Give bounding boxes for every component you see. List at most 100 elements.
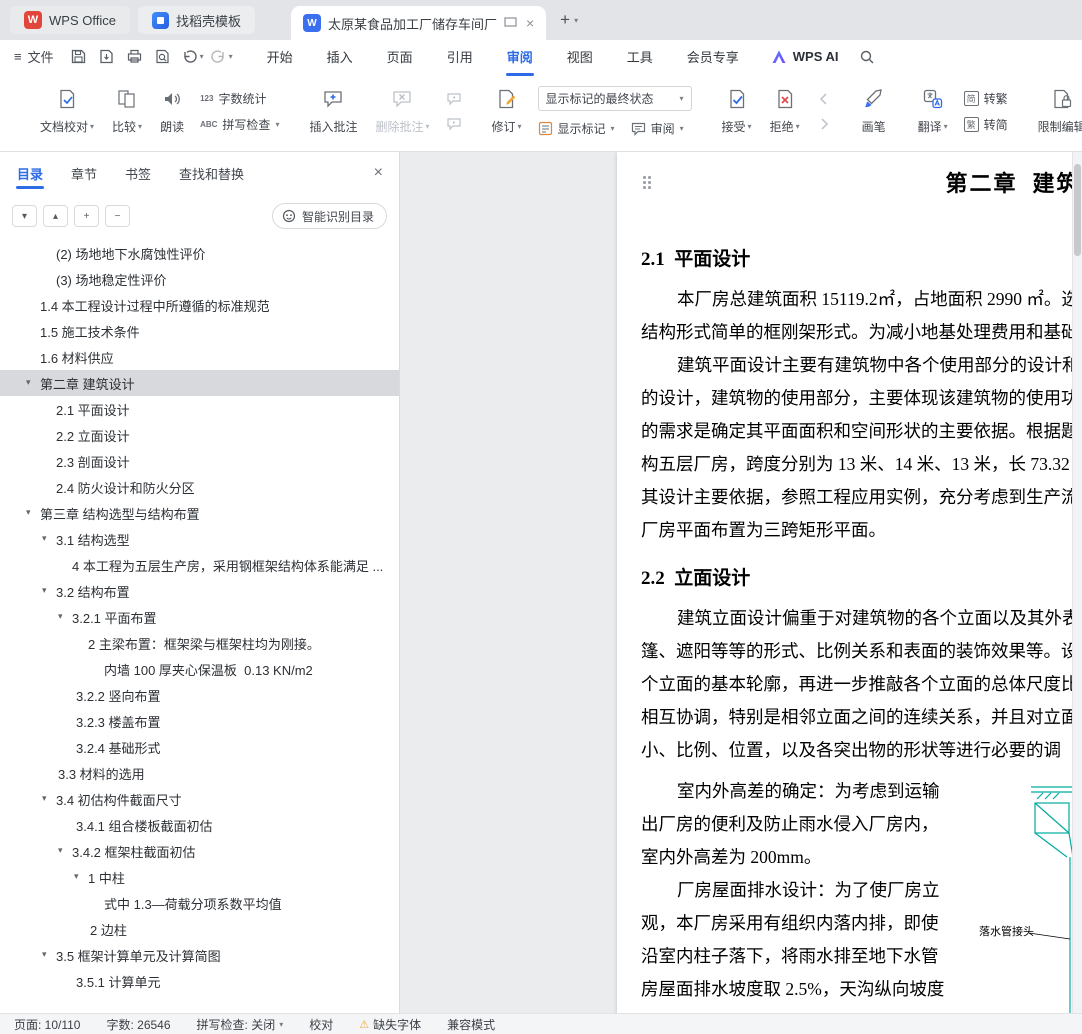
menu-tab-审阅[interactable]: 审阅 xyxy=(505,41,535,76)
toc-item[interactable]: ▾ 3.4.2 框架柱截面初估 xyxy=(0,838,399,864)
toc-item[interactable]: 4 本工程为五层生产房，采用钢框架结构体系能满足 ... xyxy=(0,552,399,578)
save-icon[interactable] xyxy=(70,48,87,65)
proofing-indicator[interactable]: 校对 xyxy=(309,1016,333,1033)
window-mode-icon[interactable] xyxy=(504,16,517,31)
insert-comment-button[interactable]: 插入批注 xyxy=(301,85,365,137)
toc-expand-arrow-icon[interactable]: ▾ xyxy=(58,612,63,621)
tab-docer-template[interactable]: 找稻壳模板 xyxy=(137,6,255,34)
toc-expand-arrow-icon[interactable]: ▾ xyxy=(26,378,31,387)
chevron-down-icon[interactable]: ▾ xyxy=(200,52,204,61)
toc-expand-arrow-icon[interactable]: ▾ xyxy=(42,950,47,959)
new-tab-button[interactable]: + ▾ xyxy=(560,10,578,30)
proofread-button[interactable]: 文档校对 ▾ xyxy=(32,85,102,137)
delete-comment-button[interactable]: 删除批注 ▾ xyxy=(367,85,437,137)
collapse-all-button[interactable]: ▾ xyxy=(12,205,37,227)
menu-tab-引用[interactable]: 引用 xyxy=(445,41,475,72)
toc-item[interactable]: 2.1 平面设计 xyxy=(0,396,399,422)
chevron-down-icon[interactable]: ▾ xyxy=(574,16,578,25)
undo-button[interactable]: ▾ xyxy=(181,48,204,65)
toc-item[interactable]: ▾ 3.2.1 平面布置 xyxy=(0,604,399,630)
missing-font-warning[interactable]: ⚠ 缺失字体 xyxy=(359,1016,421,1033)
toc-item[interactable]: (2) 场地地下水腐蚀性评价 xyxy=(0,240,399,266)
close-tab-icon[interactable]: × xyxy=(526,15,534,31)
toc-item[interactable]: 内墙 100 厚夹心保温板 0.13 KN/m2 xyxy=(0,656,399,682)
spellcheck-indicator[interactable]: 拼写检查: 关闭 ▾ xyxy=(197,1016,284,1033)
show-markup-button[interactable]: 显示标记 ▾ xyxy=(538,120,615,137)
menu-tab-工具[interactable]: 工具 xyxy=(625,41,655,72)
translate-button[interactable]: 翻译 ▾ xyxy=(910,85,956,137)
toc-item[interactable]: 3.2.4 基础形式 xyxy=(0,734,399,760)
toc-item[interactable]: 2.3 剖面设计 xyxy=(0,448,399,474)
scrollbar-thumb[interactable] xyxy=(1074,164,1081,256)
menu-tab-插入[interactable]: 插入 xyxy=(325,41,355,72)
menu-tab-视图[interactable]: 视图 xyxy=(565,41,595,72)
print-preview-icon[interactable] xyxy=(154,48,171,65)
export-icon[interactable] xyxy=(98,48,115,65)
toc-item[interactable]: ▾ 1 中柱 xyxy=(0,864,399,890)
tab-document-active[interactable]: W 太原某食品加工厂储存车间厂 × xyxy=(290,6,547,40)
toc-item[interactable]: 1.4 本工程设计过程中所遵循的标准规范 xyxy=(0,292,399,318)
toc-item[interactable]: ▾ 3.4 初估构件截面尺寸 xyxy=(0,786,399,812)
toc-item[interactable]: 1.6 材料供应 xyxy=(0,344,399,370)
toc-expand-arrow-icon[interactable]: ▾ xyxy=(74,872,79,881)
toc-expand-arrow-icon[interactable]: ▾ xyxy=(42,586,47,595)
markup-state-select[interactable]: 显示标记的最终状态 ▾ xyxy=(537,85,692,111)
to-simplified-button[interactable]: 繁 转简 xyxy=(963,116,1008,133)
plus-icon[interactable]: + xyxy=(560,10,570,30)
toc-item[interactable]: 2.2 立面设计 xyxy=(0,422,399,448)
sidebar-tab-章节[interactable]: 章节 xyxy=(70,156,98,191)
toc-expand-arrow-icon[interactable]: ▾ xyxy=(26,508,31,517)
toc-item[interactable]: 2 边柱 xyxy=(0,916,399,942)
sidebar-tab-书签[interactable]: 书签 xyxy=(124,156,152,191)
toc-item[interactable]: 式中 1.3—荷载分项系数平均值 xyxy=(0,890,399,916)
vertical-scrollbar[interactable] xyxy=(1072,152,1082,1013)
toc-item[interactable]: ▾ 3.2 结构布置 xyxy=(0,578,399,604)
toc-item[interactable]: 2 主梁布置：框架梁与框架柱均为刚接。 xyxy=(0,630,399,656)
paragraph-drag-handle-icon[interactable] xyxy=(643,176,653,191)
toc-item[interactable]: 3.5.1 计算单元 xyxy=(0,968,399,994)
toc-item[interactable]: 3.3 材料的选用 xyxy=(0,760,399,786)
word-count-indicator[interactable]: 字数: 26546 xyxy=(106,1016,170,1033)
toc-item[interactable]: 1.5 施工技术条件 xyxy=(0,318,399,344)
reject-button[interactable]: 拒绝 ▾ xyxy=(762,85,808,137)
sidebar-tab-目录[interactable]: 目录 xyxy=(16,156,45,191)
wps-ai-button[interactable]: WPS AI xyxy=(771,49,839,65)
restrict-edit-button[interactable]: 限制编辑 xyxy=(1030,85,1082,137)
next-comment-button[interactable] xyxy=(446,116,462,132)
smart-recognize-toc-button[interactable]: 智能识别目录 xyxy=(271,203,387,229)
previous-comment-button[interactable] xyxy=(446,91,462,107)
zoom-in-button[interactable]: + xyxy=(74,205,99,227)
print-icon[interactable] xyxy=(126,48,143,65)
toc-item[interactable]: (3) 场地稳定性评价 xyxy=(0,266,399,292)
toc-item[interactable]: ▾ 第二章 建筑设计 xyxy=(0,370,399,396)
to-traditional-button[interactable]: 简 转繁 xyxy=(963,90,1008,107)
sidebar-tab-查找和替换[interactable]: 查找和替换 xyxy=(178,156,245,191)
document-page[interactable]: 第二章 建筑设计 2.1 平面设计 本厂房总建筑面积 15119.2㎡，占地面积… xyxy=(617,152,1082,1013)
track-changes-button[interactable]: 修订 ▾ xyxy=(484,85,530,137)
tab-wps-office[interactable]: W WPS Office xyxy=(10,6,130,34)
zoom-out-button[interactable]: − xyxy=(105,205,130,227)
file-menu-button[interactable]: ≡ 文件 xyxy=(14,47,54,66)
menu-tab-页面[interactable]: 页面 xyxy=(385,41,415,72)
ink-brush-button[interactable]: 画笔 xyxy=(854,85,894,137)
accept-button[interactable]: 接受 ▾ xyxy=(714,85,760,137)
document-area[interactable]: 第二章 建筑设计 2.1 平面设计 本厂房总建筑面积 15119.2㎡，占地面积… xyxy=(400,152,1082,1013)
chevron-down-icon[interactable]: ▾ xyxy=(229,52,233,61)
redo-button[interactable]: ▾ xyxy=(210,48,233,65)
compare-button[interactable]: 比较 ▾ xyxy=(104,85,150,137)
menu-tab-会员专享[interactable]: 会员专享 xyxy=(685,41,741,72)
previous-change-button[interactable] xyxy=(816,91,832,107)
next-change-button[interactable] xyxy=(816,116,832,132)
toc-item[interactable]: ▾ 第三章 结构选型与结构布置 xyxy=(0,500,399,526)
close-pane-icon[interactable]: × xyxy=(374,164,383,182)
toc-item[interactable]: ▾ 3.1 结构选型 xyxy=(0,526,399,552)
menu-tab-开始[interactable]: 开始 xyxy=(265,41,295,72)
spell-check-button[interactable]: ABC 拼写检查 ▾ xyxy=(200,116,279,133)
toc-item[interactable]: 3.4.1 组合楼板截面初估 xyxy=(0,812,399,838)
search-button[interactable] xyxy=(859,49,875,65)
toc-expand-arrow-icon[interactable]: ▾ xyxy=(42,794,47,803)
compatibility-mode-indicator[interactable]: 兼容模式 xyxy=(447,1016,495,1033)
toc-item[interactable]: 3.2.3 楼盖布置 xyxy=(0,708,399,734)
page-indicator[interactable]: 页面: 10/110 xyxy=(14,1016,80,1033)
word-count-button[interactable]: 123 字数统计 xyxy=(200,90,279,107)
